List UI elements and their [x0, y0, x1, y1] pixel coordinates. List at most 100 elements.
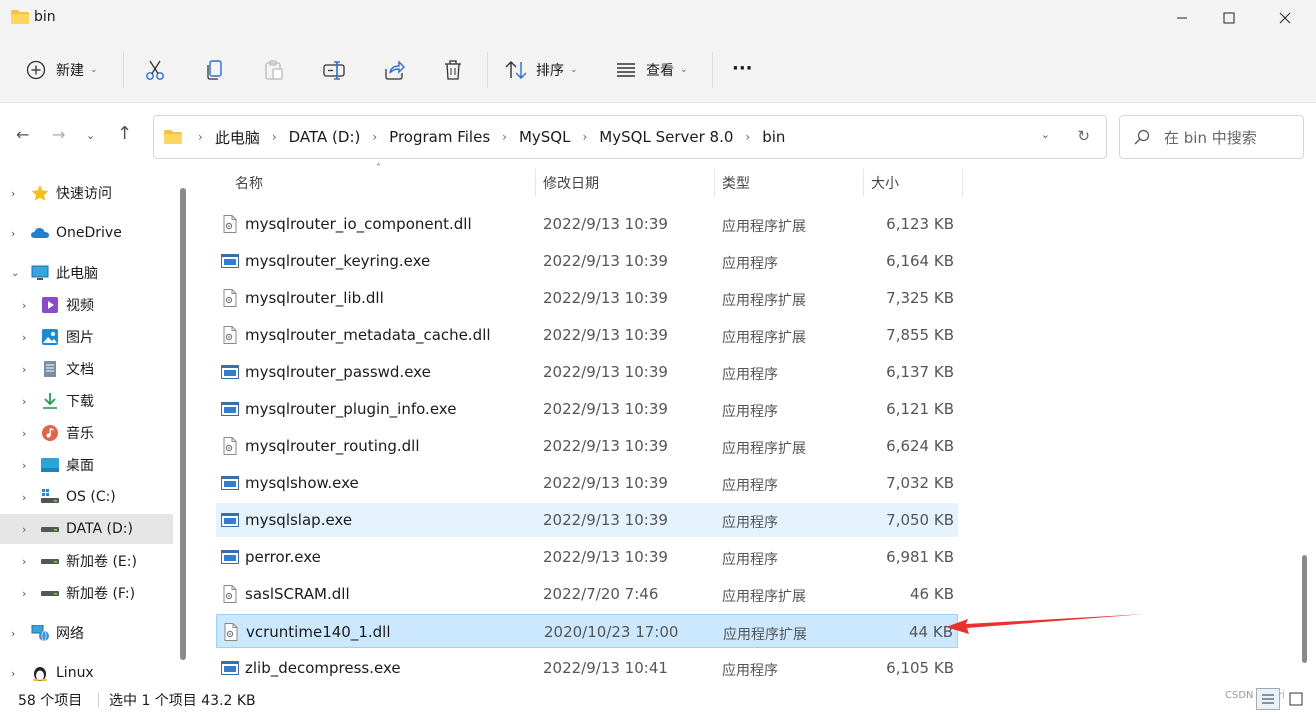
column-divider[interactable]: [535, 169, 536, 197]
sidebar-item-desktop[interactable]: › 桌面: [0, 450, 175, 480]
chevron-down-icon[interactable]: ⌄: [11, 268, 19, 279]
toolbar-divider: [712, 52, 713, 88]
table-row[interactable]: mysqlrouter_passwd.exe 2022/9/13 10:39 应用程…: [216, 355, 958, 389]
application-icon: [221, 476, 239, 490]
refresh-icon[interactable]: ↻: [1077, 127, 1090, 145]
new-button[interactable]: 新建 ⌄: [26, 52, 98, 88]
sidebar-item-downloads[interactable]: › 下载: [0, 386, 175, 416]
file-size: 7,050 KB: [886, 511, 954, 529]
file-list-scrollbar[interactable]: [1302, 555, 1307, 663]
table-row[interactable]: mysqlshow.exe 2022/9/13 10:39 应用程序 7,032 KB: [216, 466, 958, 500]
table-row[interactable]: mysqlrouter_io_component.dll 2022/9/13 10…: [216, 207, 958, 241]
minimize-button[interactable]: [1159, 0, 1205, 36]
breadcrumb-item[interactable]: MySQL Server 8.0: [599, 128, 733, 146]
table-row[interactable]: mysqlrouter_keyring.exe 2022/9/13 10:39 应用…: [216, 244, 958, 278]
sidebar-item-this-pc[interactable]: ⌄ 此电脑: [0, 258, 175, 288]
sidebar-item-linux[interactable]: › Linux: [0, 658, 175, 688]
column-header-name[interactable]: 名称: [235, 165, 535, 201]
sidebar-item-network[interactable]: › 网络: [0, 618, 175, 648]
share-button[interactable]: [383, 52, 405, 88]
chevron-right-icon[interactable]: ›: [22, 459, 26, 472]
sidebar-item-drive-c[interactable]: › OS (C:): [0, 482, 175, 512]
sidebar-item-drive-d[interactable]: › DATA (D:): [0, 514, 173, 544]
file-size: 6,137 KB: [886, 363, 954, 381]
search-box[interactable]: 在 bin 中搜索: [1119, 115, 1304, 159]
sort-button[interactable]: 排序 ⌄: [505, 52, 578, 88]
breadcrumb-item[interactable]: bin: [762, 128, 785, 146]
table-row[interactable]: zlib_decompress.exe 2022/9/13 10:41 应用程序 6,…: [216, 651, 958, 685]
sidebar-scrollbar[interactable]: [180, 188, 186, 660]
file-modified-date: 2022/9/13 10:39: [543, 548, 668, 566]
sidebar-item-documents[interactable]: › 文档: [0, 354, 175, 384]
chevron-right-icon[interactable]: ›: [11, 627, 15, 640]
table-row[interactable]: saslSCRAM.dll 2022/7/20 7:46 应用程序扩展 46 KB: [216, 577, 958, 611]
large-icons-view-button[interactable]: [1284, 688, 1308, 710]
table-row[interactable]: mysqlrouter_plugin_info.exe 2022/9/13 10:…: [216, 392, 958, 426]
column-divider[interactable]: [962, 169, 963, 197]
delete-button[interactable]: [443, 52, 463, 88]
chevron-right-icon[interactable]: ›: [11, 187, 15, 200]
file-type: 应用程序扩展: [722, 589, 806, 605]
chevron-right-icon[interactable]: ›: [11, 227, 15, 240]
column-header-size[interactable]: 大小: [871, 165, 961, 201]
star-icon: [31, 185, 49, 201]
thumbnail-view-icon: [1289, 692, 1303, 706]
back-arrow-icon[interactable]: ←: [16, 125, 29, 144]
chevron-right-icon[interactable]: ›: [22, 299, 26, 312]
column-divider[interactable]: [863, 169, 864, 197]
sidebar-item-pictures[interactable]: › 图片: [0, 322, 175, 352]
file-modified-date: 2022/9/13 10:39: [543, 474, 668, 492]
chevron-right-icon[interactable]: ›: [22, 555, 26, 568]
details-view-button[interactable]: [1256, 688, 1280, 710]
sidebar-item-drive-f[interactable]: › 新加卷 (F:): [0, 578, 175, 608]
paste-button[interactable]: [264, 52, 284, 88]
breadcrumb-item[interactable]: 此电脑: [215, 127, 260, 148]
forward-arrow-icon[interactable]: →: [52, 125, 65, 144]
drive-icon: [41, 559, 59, 564]
sidebar-item-onedrive[interactable]: › OneDrive: [0, 218, 175, 248]
copy-button[interactable]: [205, 52, 225, 88]
cloud-icon: [31, 228, 49, 238]
table-row[interactable]: mysqlrouter_metadata_cache.dll 2022/9/13 …: [216, 318, 958, 352]
maximize-button[interactable]: [1206, 0, 1252, 36]
sidebar-item-music[interactable]: › 音乐: [0, 418, 175, 448]
chevron-right-icon[interactable]: ›: [22, 395, 26, 408]
chevron-right-icon[interactable]: ›: [22, 491, 26, 504]
breadcrumb-item[interactable]: DATA (D:): [289, 128, 361, 146]
close-button[interactable]: [1262, 0, 1308, 36]
chevron-right-icon[interactable]: ›: [22, 363, 26, 376]
chevron-right-icon[interactable]: ›: [22, 427, 26, 440]
sidebar-item-quick-access[interactable]: › 快速访问: [0, 178, 175, 208]
chevron-right-icon[interactable]: ›: [22, 587, 26, 600]
breadcrumb-item[interactable]: MySQL: [519, 128, 571, 146]
table-row[interactable]: mysqlrouter_routing.dll 2022/9/13 10:39 应用…: [216, 429, 958, 463]
sidebar-item-videos[interactable]: › 视频: [0, 290, 175, 320]
table-row[interactable]: mysqlrouter_lib.dll 2022/9/13 10:39 应用程序扩展…: [216, 281, 958, 315]
cut-button[interactable]: [145, 52, 165, 88]
column-header-date[interactable]: 修改日期: [543, 165, 713, 201]
recent-locations-chevron-icon[interactable]: ⌄: [86, 129, 95, 142]
table-row[interactable]: vcruntime140_1.dll 2020/10/23 17:00 应用程序扩展…: [216, 614, 958, 648]
sidebar-item-drive-e[interactable]: › 新加卷 (E:): [0, 546, 175, 576]
sidebar-item-label: 此电脑: [56, 266, 98, 282]
dll-file-icon: [223, 215, 237, 233]
title-bar: bin: [0, 0, 1316, 38]
column-divider[interactable]: [714, 169, 715, 197]
more-options-button[interactable]: ···: [732, 50, 753, 86]
view-list-icon: [617, 63, 635, 77]
view-button[interactable]: 查看 ⌄: [616, 52, 688, 88]
breadcrumb-item[interactable]: Program Files: [389, 128, 490, 146]
address-bar[interactable]: › 此电脑 › DATA (D:) › Program Files › MySQ…: [153, 115, 1107, 159]
table-row[interactable]: perror.exe 2022/9/13 10:39 应用程序 6,981 KB: [216, 540, 958, 574]
file-modified-date: 2020/10/23 17:00: [544, 623, 679, 641]
chevron-right-icon[interactable]: ›: [11, 667, 15, 680]
up-arrow-icon[interactable]: ↑: [117, 123, 132, 144]
drive-icon: [41, 527, 59, 532]
file-name: mysqlshow.exe: [245, 474, 359, 492]
address-history-chevron-icon[interactable]: ⌄: [1041, 128, 1050, 141]
column-header-type[interactable]: 类型: [722, 165, 862, 201]
table-row[interactable]: mysqlslap.exe 2022/9/13 10:39 应用程序 7,050 KB: [216, 503, 958, 537]
rename-button[interactable]: [323, 52, 345, 88]
chevron-right-icon[interactable]: ›: [22, 523, 26, 536]
chevron-right-icon[interactable]: ›: [22, 331, 26, 344]
